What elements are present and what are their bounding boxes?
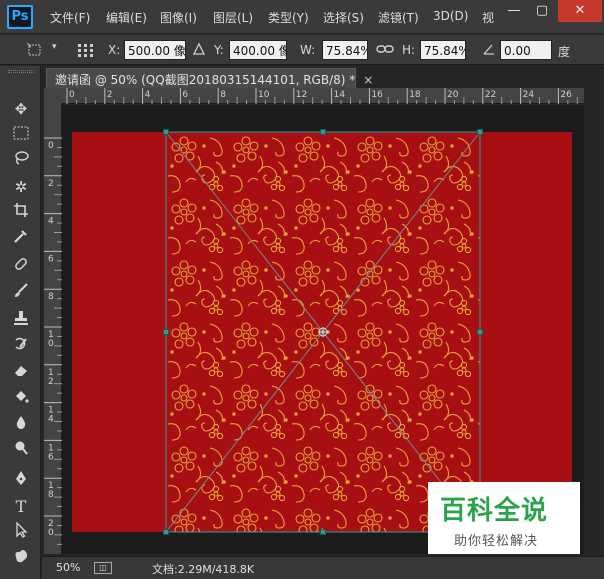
h-ruler-label: 4 [145,90,151,100]
transform-handle-top[interactable] [320,129,326,135]
menu-bar: Ps 文件(F) 编辑(E) 图像(I) 图层(L) 类型(Y) 选择(S) 滤… [0,0,604,34]
transform-handle-bottom-left[interactable] [163,529,169,535]
options-bar: ▾ X: 500.00 像 Y: 400.00 像 W: 75.84% H: 7… [0,35,604,65]
document-size-info[interactable]: 文档:2.29M/418.8K [152,561,254,577]
transform-handle-left[interactable] [163,329,169,335]
menu-layer[interactable]: 图层(L) [213,9,253,26]
tool-preset-chevron-down-icon[interactable]: ▾ [52,42,57,52]
ruler-origin[interactable] [44,88,62,104]
path-selection-tool-icon[interactable] [8,521,34,544]
transform-tool-icon[interactable] [26,42,44,62]
vertical-ruler[interactable]: 02468101214161820 [44,104,62,554]
transform-handle-bottom[interactable] [320,529,326,535]
h-ruler-label: 20 [447,90,459,100]
photoshop-logo: Ps [7,5,33,29]
width-scale-input[interactable]: 75.84% [322,40,368,60]
v-ruler-label: 8 [48,292,54,302]
menu-3d[interactable]: 3D(D) [433,9,468,23]
menu-view[interactable]: 视 [482,9,494,26]
transform-handle-top-left[interactable] [163,129,169,135]
v-ruler-label: 2 [48,377,54,387]
document-tab-title: 邀请函 @ 50% (QQ截图20180315144101, RGB/8) * [55,73,356,87]
clone-stamp-tool-icon[interactable] [8,310,34,332]
blur-tool-icon[interactable] [8,414,34,436]
v-ruler-label: 6 [48,254,54,264]
h-ruler-label: 14 [334,90,346,100]
type-tool-icon[interactable]: T [8,496,34,518]
rotate-angle-icon [482,42,496,60]
v-ruler-label: 2 [48,179,54,189]
watermark-subtitle: 助你轻松解决 [454,534,539,549]
watermark-logo: 百科全说 助你轻松解决 [428,482,580,554]
menu-image[interactable]: 图像(I) [160,9,197,26]
y-label: Y: [214,43,224,57]
move-tool-icon[interactable]: ✥ [8,98,34,120]
healing-brush-tool-icon[interactable] [8,256,34,278]
pen-tool-icon[interactable] [8,470,34,492]
status-bar: 50% ◫ 文档:2.29M/418.8K [42,556,604,579]
marquee-tool-icon[interactable] [8,124,34,146]
link-aspect-ratio-icon[interactable] [376,42,394,60]
menu-type[interactable]: 类型(Y) [268,9,309,26]
menu-edit[interactable]: 编辑(E) [106,9,147,26]
transform-handle-top-right[interactable] [477,129,483,135]
zoom-level-field[interactable]: 50% [56,561,80,574]
tools-panel: ✥ ✲ T [0,66,41,579]
menu-filter[interactable]: 滤镜(T) [378,9,419,26]
h-ruler-label: 10 [258,90,270,100]
history-brush-tool-icon[interactable] [8,336,34,358]
x-label: X: [108,43,121,57]
x-position-input[interactable]: 500.00 像 [124,40,186,60]
paint-bucket-tool-icon[interactable] [8,388,34,410]
crop-tool-icon[interactable] [8,202,34,224]
v-ruler-label: 4 [48,415,54,425]
minimize-icon[interactable]: — [500,0,528,22]
h-ruler-label: 0 [69,90,75,100]
panel-grip[interactable] [8,70,34,73]
h-label: H: [402,43,416,57]
h-ruler-label: 12 [296,90,307,100]
v-ruler-label: 4 [48,217,54,227]
reference-point-icon[interactable] [76,42,94,62]
eraser-tool-icon[interactable] [8,362,34,384]
h-ruler-label: 16 [371,90,383,100]
magic-wand-tool-icon[interactable]: ✲ [8,176,34,198]
brush-tool-icon[interactable] [8,282,34,304]
watermark-title: 百科全说 [440,496,549,526]
h-ruler-label: 8 [220,90,226,100]
menu-select[interactable]: 选择(S) [323,9,364,26]
h-ruler-label: 22 [485,90,496,100]
angle-unit-label: 度 [558,45,571,59]
v-ruler-label: 0 [48,528,54,538]
dodge-tool-icon[interactable] [8,440,34,462]
relative-position-icon[interactable] [192,42,206,60]
height-scale-input[interactable]: 75.84% [420,40,466,60]
horizontal-ruler[interactable]: 0 2 4 6 8 10 12 14 16 18 20 22 24 26 [62,88,584,104]
rotate-angle-input[interactable]: 0.00 [500,40,552,60]
close-window-icon[interactable]: ✕ [558,0,602,22]
v-ruler-label: 0 [48,141,54,151]
maximize-icon[interactable]: ▢ [528,0,556,22]
v-ruler-label: 0 [48,339,54,349]
w-label: W: [300,43,316,57]
close-tab-icon[interactable]: × [363,73,373,87]
h-ruler-label: 26 [560,90,572,100]
eyedropper-tool-icon[interactable] [8,228,34,250]
shape-tool-icon[interactable] [8,548,34,570]
lasso-tool-icon[interactable] [8,150,34,172]
h-ruler-label: 6 [182,90,188,100]
v-ruler-label: 8 [48,490,54,500]
placed-pattern-layer[interactable] [166,132,480,532]
h-ruler-label: 2 [107,90,113,100]
menu-file[interactable]: 文件(F) [50,9,90,26]
y-position-input[interactable]: 400.00 像 [229,40,287,60]
transform-handle-right[interactable] [477,329,483,335]
v-ruler-label: 6 [48,452,54,462]
h-ruler-label: 24 [523,90,535,100]
status-export-icon[interactable]: ◫ [94,562,112,574]
h-ruler-label: 18 [409,90,421,100]
